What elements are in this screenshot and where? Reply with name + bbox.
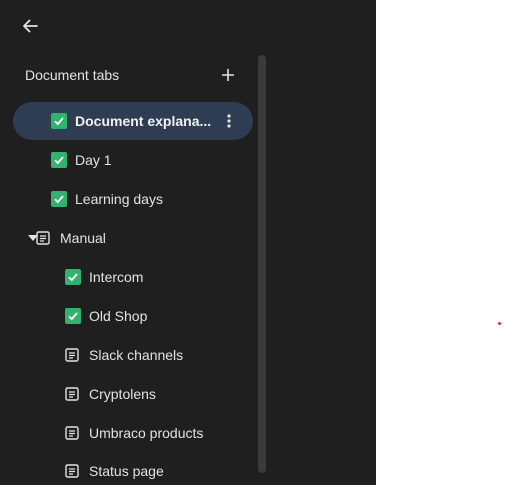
tab-label: Old Shop <box>89 308 148 324</box>
tab-label: Slack channels <box>89 347 184 363</box>
more-options-icon[interactable] <box>221 113 237 129</box>
document-icon <box>64 347 80 363</box>
tab-document-explanation[interactable]: Document explana... <box>13 102 253 140</box>
tab-intercom[interactable]: Intercom <box>13 258 253 296</box>
checkbox-checked-icon <box>51 191 67 207</box>
tab-manual[interactable]: Manual <box>13 219 253 257</box>
add-tab-button[interactable] <box>217 64 239 86</box>
back-button[interactable] <box>18 14 42 38</box>
tab-label: Status page <box>89 463 164 479</box>
panel-title: Document tabs <box>25 67 120 83</box>
checkbox-checked-icon <box>65 308 81 324</box>
cursor-marker-dot <box>498 322 501 325</box>
tab-label: Intercom <box>89 269 144 285</box>
tab-cryptolens[interactable]: Cryptolens <box>13 375 253 413</box>
document-tabs-panel: Document tabs Document explana... Day 1 … <box>0 0 376 485</box>
tab-slack-channels[interactable]: Slack channels <box>13 336 253 374</box>
checkbox-checked-icon <box>65 269 81 285</box>
tab-learning-days[interactable]: Learning days <box>13 180 253 218</box>
tab-label: Cryptolens <box>89 386 156 402</box>
document-icon <box>64 386 80 402</box>
tab-label: Learning days <box>75 191 163 207</box>
checkbox-checked-icon <box>51 113 67 129</box>
scrollbar[interactable] <box>258 55 266 473</box>
tab-status-page[interactable]: Status page <box>13 452 253 490</box>
tab-day-1[interactable]: Day 1 <box>13 141 253 179</box>
tab-label: Umbraco products <box>89 425 204 441</box>
arrow-left-icon <box>23 19 38 33</box>
tab-label: Manual <box>60 230 106 246</box>
tab-old-shop[interactable]: Old Shop <box>13 297 253 335</box>
tab-label: Document explana... <box>75 113 212 129</box>
document-icon <box>64 425 80 441</box>
checkbox-checked-icon <box>51 152 67 168</box>
tab-label: Day 1 <box>75 152 112 168</box>
chevron-down-icon[interactable] <box>27 232 39 244</box>
plus-icon <box>222 69 234 81</box>
tab-umbraco-products[interactable]: Umbraco products <box>13 414 253 452</box>
document-icon <box>64 463 80 479</box>
